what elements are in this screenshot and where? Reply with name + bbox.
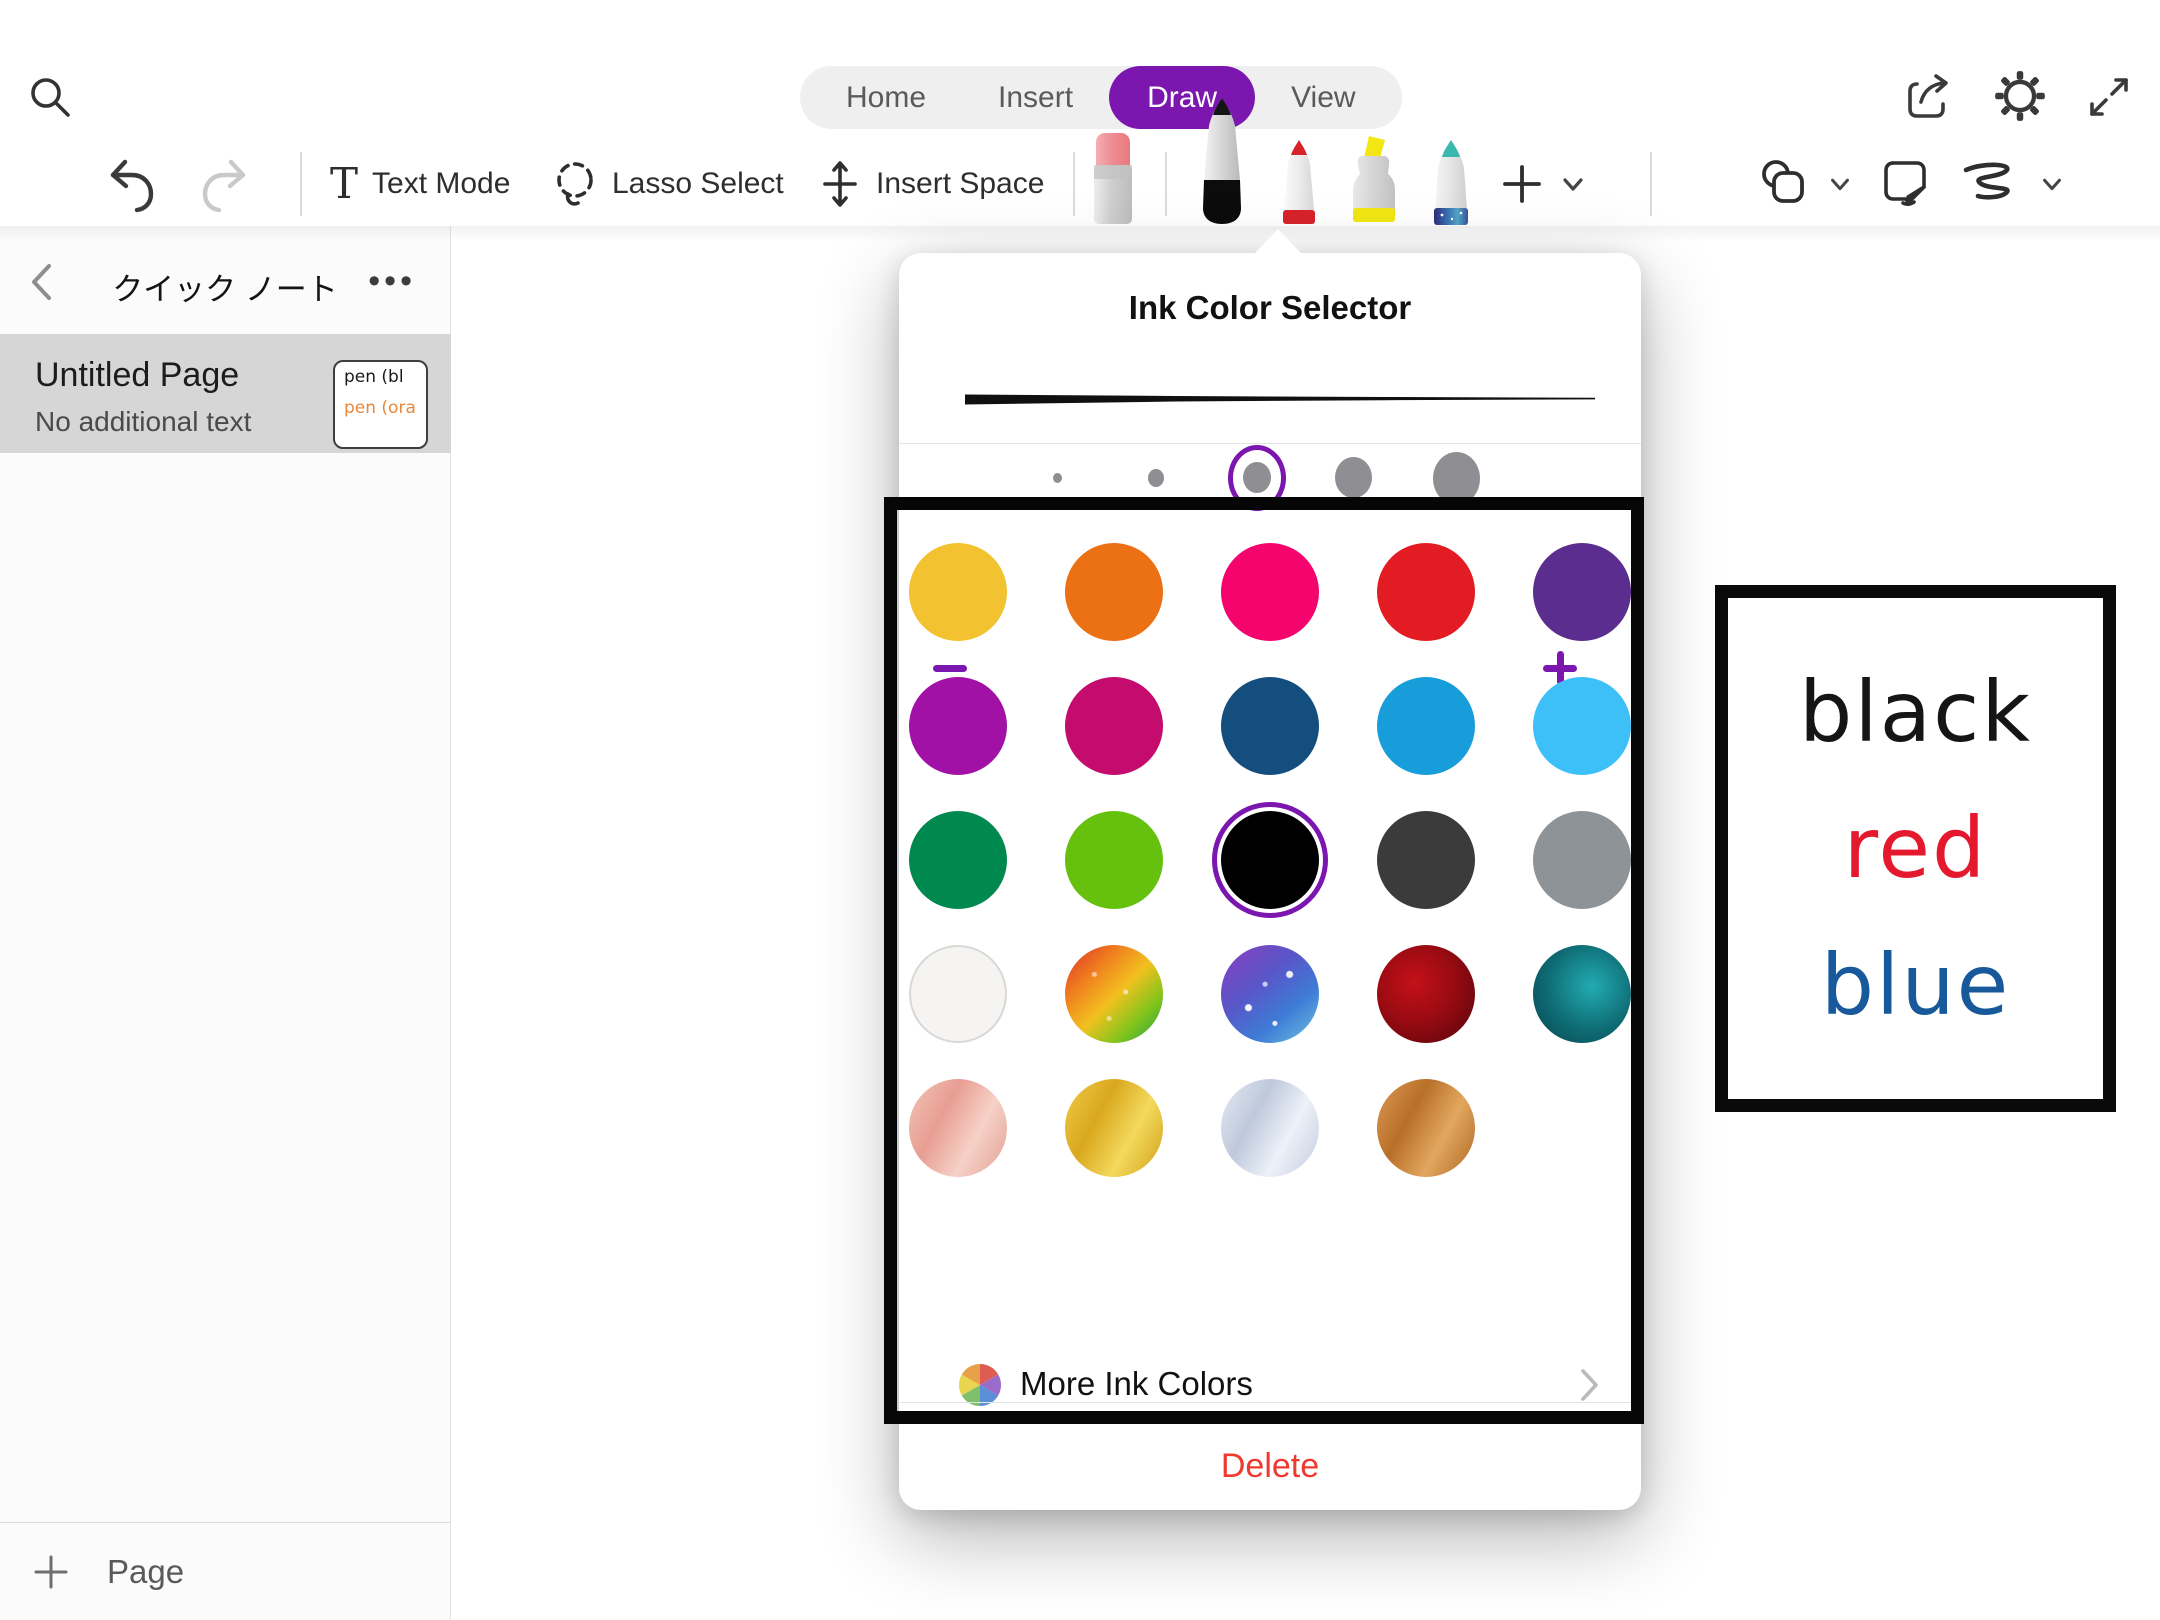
tab-insert[interactable]: Insert	[962, 66, 1109, 129]
ink-color-green[interactable]	[909, 811, 1007, 909]
notebook-title: クイック ノート	[112, 264, 338, 309]
page-thumbnail: pen (bl pen (ora	[333, 360, 428, 449]
ink-color-ruby[interactable]	[1377, 945, 1475, 1043]
page-title: Untitled Page	[35, 356, 239, 395]
more-ink-colors-label: More Ink Colors	[1020, 1365, 1253, 1403]
lasso-select-label: Lasso Select	[612, 167, 784, 201]
chevron-right-icon	[1579, 1367, 1601, 1403]
ink-color-selector-popup: Ink Color Selector	[899, 253, 1641, 1510]
back-chevron-icon[interactable]	[28, 262, 54, 302]
lasso-icon	[552, 159, 598, 209]
ink-color-yellow[interactable]	[909, 543, 1007, 641]
tab-view[interactable]: View	[1255, 66, 1391, 129]
thickness-dot-1[interactable]	[1053, 473, 1062, 483]
top-bar: HomeInsertDrawView	[0, 0, 2160, 226]
ink-color-sky-blue[interactable]	[1533, 677, 1631, 775]
more-ink-colors-button[interactable]: More Ink Colors	[899, 1349, 1641, 1421]
ink-color-black[interactable]	[1221, 811, 1319, 909]
share-icon[interactable]	[1902, 70, 1954, 122]
plus-icon	[1500, 162, 1544, 206]
fullscreen-icon[interactable]	[2084, 72, 2134, 122]
thickness-selector	[899, 443, 1641, 513]
ink-color-dark-purple[interactable]	[1533, 543, 1631, 641]
chevron-down-icon	[1558, 169, 1588, 199]
pen-black-tool[interactable]	[1190, 96, 1254, 226]
page-list-item[interactable]: Untitled Page No additional text pen (bl…	[0, 334, 451, 453]
add-page-button[interactable]: Page	[0, 1524, 451, 1620]
ink-color-navy-blue[interactable]	[1221, 677, 1319, 775]
sidebar-header: クイック ノート •••	[0, 254, 450, 314]
ink-color-dark-gray[interactable]	[1377, 811, 1475, 909]
stroke-preview	[965, 391, 1595, 407]
toolbar-divider	[1073, 152, 1075, 216]
onenote-app: HomeInsertDrawView	[0, 0, 2160, 1620]
toolbar-divider	[300, 152, 302, 216]
ink-to-shape-button[interactable]	[1962, 152, 2066, 216]
ink-color-ocean[interactable]	[1533, 945, 1631, 1043]
ink-color-raspberry[interactable]	[1065, 677, 1163, 775]
ink-color-pink[interactable]	[1221, 543, 1319, 641]
ink-color-galaxy[interactable]	[1221, 945, 1319, 1043]
ink-color-gray[interactable]	[1533, 811, 1631, 909]
ink-color-blue[interactable]	[1377, 677, 1475, 775]
undo-icon[interactable]	[106, 158, 158, 214]
thumbnail-text: pen (ora	[344, 400, 426, 417]
plus-icon	[33, 1554, 69, 1590]
thickness-dot-5[interactable]	[1433, 452, 1480, 505]
pencil-galaxy-tool[interactable]	[1424, 138, 1478, 226]
chevron-down-icon	[1826, 170, 1854, 198]
pen-red-tool[interactable]	[1272, 138, 1326, 226]
redo-icon[interactable]	[198, 158, 250, 214]
ink-color-copper[interactable]	[1377, 1079, 1475, 1177]
ribbon-tabs: HomeInsertDrawView	[800, 66, 1402, 129]
add-page-label: Page	[107, 1553, 184, 1591]
shapes-icon	[1758, 158, 1812, 210]
thickness-dot-3[interactable]	[1243, 462, 1271, 493]
ink-color-gold[interactable]	[1065, 1079, 1163, 1177]
text-mode-label: Text Mode	[372, 167, 510, 201]
sidebar-divider	[0, 1522, 451, 1523]
handwriting-red: red	[1844, 783, 1988, 913]
thickness-dot-4[interactable]	[1335, 457, 1372, 498]
handwriting-black: black	[1799, 647, 2032, 777]
tab-home[interactable]: Home	[810, 66, 962, 129]
popup-divider	[899, 1402, 1641, 1403]
scribble-icon	[1962, 160, 2024, 208]
settings-gear-icon[interactable]	[1992, 68, 2048, 124]
text-mode-icon: T	[330, 163, 358, 205]
highlighter-yellow-tool[interactable]	[1344, 134, 1404, 226]
ink-color-orange[interactable]	[1065, 543, 1163, 641]
popup-caret	[1254, 229, 1302, 254]
sticker-pen-icon[interactable]	[1882, 158, 1936, 210]
ink-color-rainbow-glitter[interactable]	[1065, 945, 1163, 1043]
ink-color-white[interactable]	[909, 945, 1007, 1043]
more-options-icon[interactable]: •••	[368, 262, 416, 301]
add-pen-button[interactable]	[1500, 152, 1588, 216]
insert-space-icon	[818, 159, 862, 209]
insert-space-label: Insert Space	[876, 167, 1044, 201]
text-mode-button[interactable]: T Text Mode	[330, 152, 510, 216]
shapes-button[interactable]	[1758, 152, 1854, 216]
handwritten-note-box: blackredblue	[1715, 585, 2116, 1112]
insert-space-button[interactable]: Insert Space	[818, 152, 1044, 216]
toolbar-divider	[1165, 152, 1167, 216]
thickness-dot-2[interactable]	[1148, 469, 1164, 487]
ink-color-red[interactable]	[1377, 543, 1475, 641]
thumbnail-text: pen (bl	[344, 369, 426, 386]
toolbar-divider	[1650, 152, 1652, 216]
chevron-down-icon	[2038, 170, 2066, 198]
handwriting-blue: blue	[1821, 920, 2011, 1050]
delete-button[interactable]: Delete	[899, 1443, 1641, 1489]
search-icon[interactable]	[26, 73, 74, 121]
ink-color-silver[interactable]	[1221, 1079, 1319, 1177]
lasso-select-button[interactable]: Lasso Select	[552, 152, 784, 216]
decrease-thickness-button[interactable]	[933, 665, 967, 672]
page-subtitle: No additional text	[35, 406, 251, 438]
eraser-tool[interactable]	[1089, 133, 1137, 226]
ink-color-rose-gold[interactable]	[909, 1079, 1007, 1177]
popup-title: Ink Color Selector	[899, 289, 1641, 327]
ink-color-lime-green[interactable]	[1065, 811, 1163, 909]
sidebar: クイック ノート ••• Untitled Page No additional…	[0, 226, 451, 1620]
ink-color-magenta[interactable]	[909, 677, 1007, 775]
